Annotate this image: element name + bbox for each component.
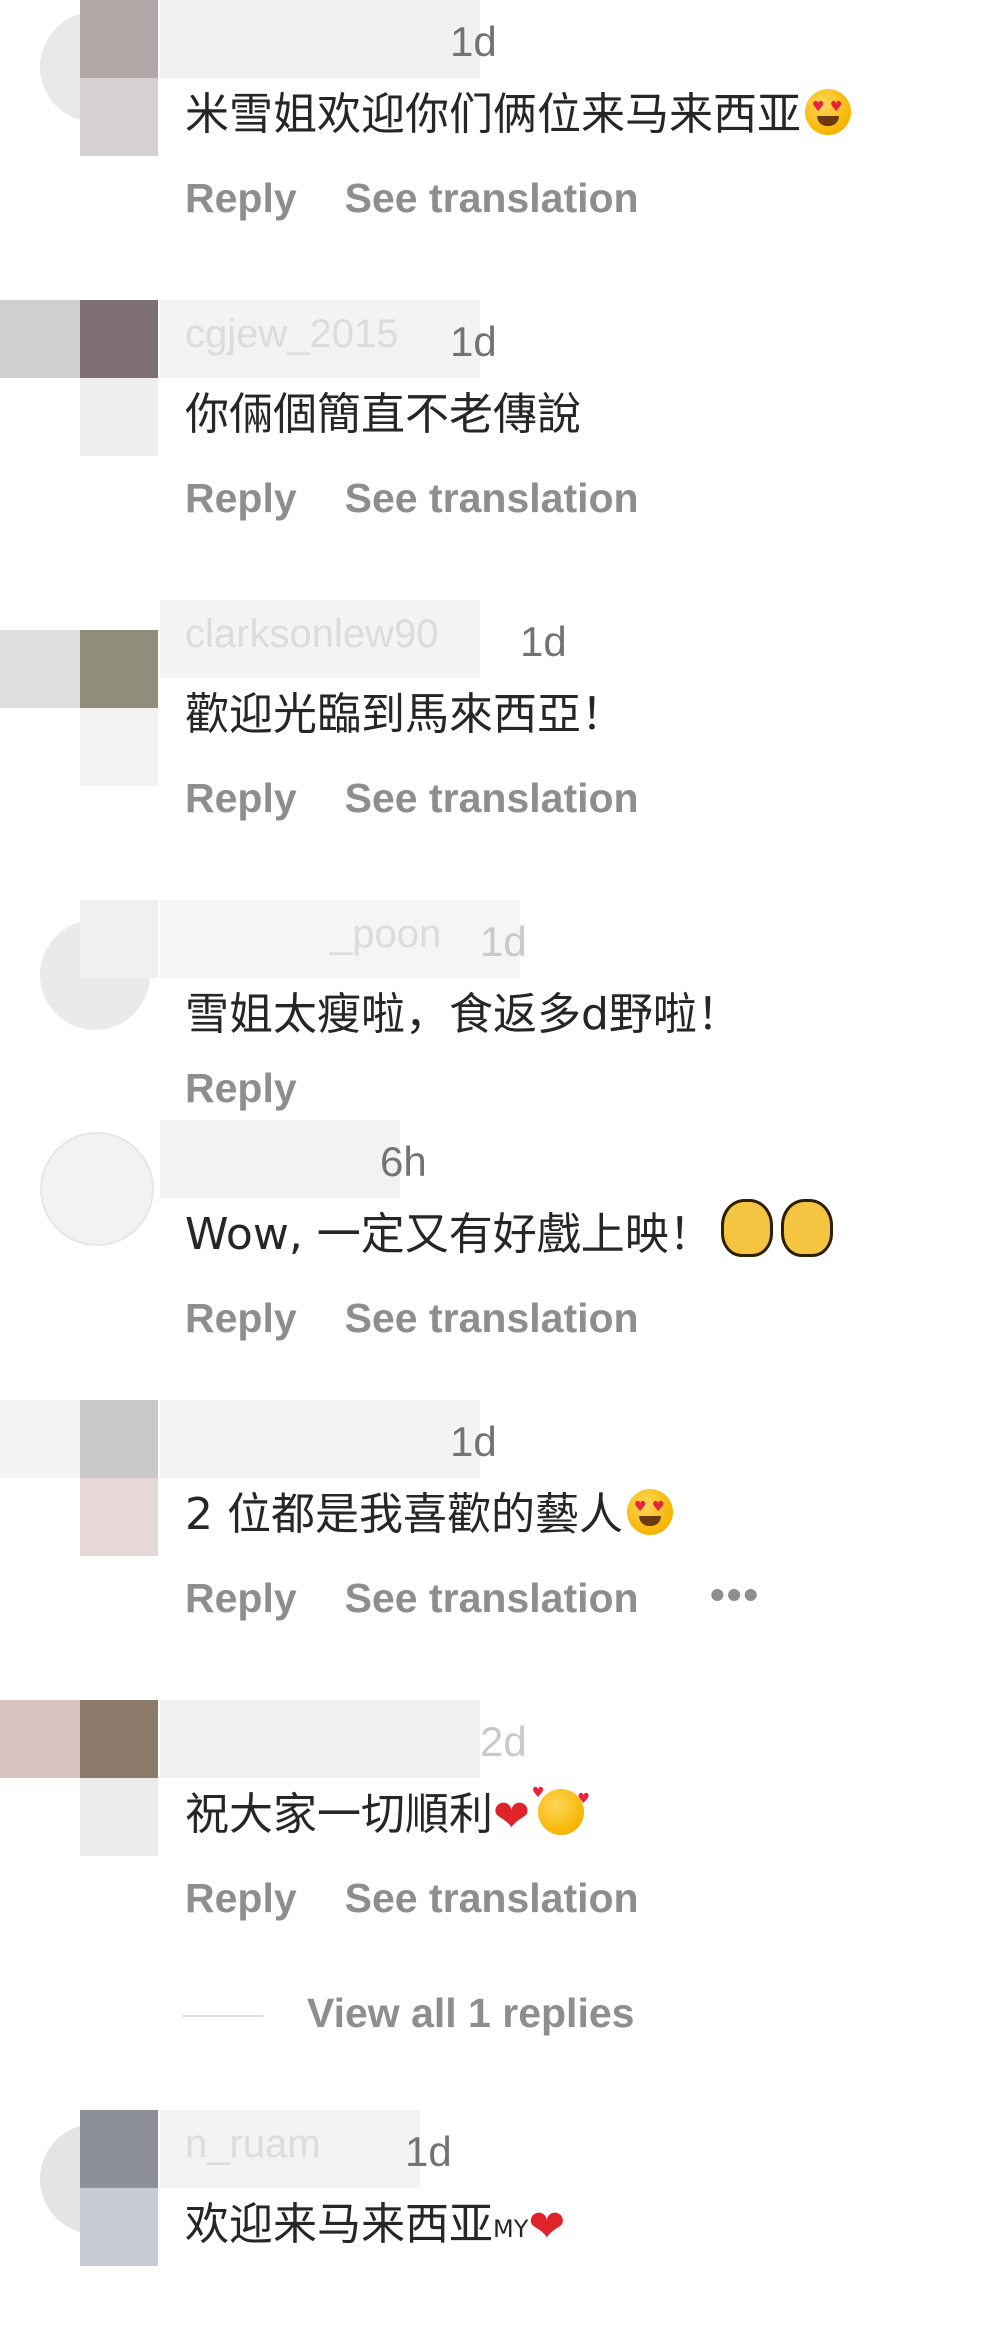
- red-heart-icon: ❤: [493, 1791, 530, 1842]
- comment-text: 米雪姐欢迎你们俩位来马来西亚 ♥ ♥: [185, 78, 851, 142]
- username[interactable]: cgjew_2015: [185, 312, 399, 357]
- timestamp: 1d: [450, 18, 497, 65]
- reply-button[interactable]: Reply: [185, 1575, 297, 1622]
- avatar[interactable]: [0, 300, 160, 460]
- red-heart-icon: ❤: [528, 2201, 566, 2252]
- username[interactable]: _poon: [330, 912, 441, 957]
- username[interactable]: n_ruam: [185, 2122, 321, 2167]
- see-translation-button[interactable]: See translation: [345, 475, 639, 522]
- timestamp: 1d: [480, 918, 527, 965]
- comment-text: Wow, 一定又有好戲上映！: [185, 1198, 833, 1262]
- reply-button[interactable]: Reply: [185, 1295, 297, 1342]
- heart-eyes-icon: ♥ ♥: [805, 89, 851, 135]
- timestamp: 6h: [380, 1138, 427, 1185]
- reply-button[interactable]: Reply: [185, 475, 297, 522]
- comment-text: 你倆個簡直不老傳說: [185, 389, 581, 440]
- comment-text: 雪姐太瘦啦，食返多d野啦！: [185, 989, 741, 1040]
- country-code: MY: [493, 2215, 529, 2243]
- timestamp: 2d: [480, 1718, 527, 1765]
- timestamp: 1d: [520, 618, 567, 665]
- replies-divider: [183, 2015, 263, 2018]
- avatar[interactable]: [0, 1120, 160, 1280]
- heart-eyes-icon: ♥ ♥: [626, 1489, 673, 1535]
- smiling-face-with-hearts-icon: ♥ ♥: [532, 1785, 590, 1835]
- timestamp: 1d: [450, 1418, 497, 1465]
- avatar[interactable]: [0, 0, 160, 160]
- avatar[interactable]: [0, 600, 160, 786]
- avatar[interactable]: [0, 2110, 160, 2270]
- timestamp: 1d: [450, 318, 497, 365]
- see-translation-button[interactable]: See translation: [345, 1575, 639, 1622]
- see-translation-button[interactable]: See translation: [345, 175, 639, 222]
- clapping-hands-icon: [780, 1199, 833, 1257]
- timestamp: 1d: [405, 2128, 452, 2175]
- clapping-hands-icon: [720, 1199, 773, 1257]
- more-options-icon[interactable]: •••: [710, 1571, 760, 1619]
- comment-text: 祝大家一切順利❤ ♥ ♥: [185, 1785, 590, 1842]
- reply-button[interactable]: Reply: [185, 1875, 297, 1922]
- see-translation-button[interactable]: See translation: [345, 1295, 639, 1342]
- reply-button[interactable]: Reply: [185, 175, 297, 222]
- comment-text: 歡迎光臨到馬來西亞！: [185, 689, 625, 740]
- username[interactable]: clarksonlew90: [185, 612, 438, 657]
- reply-button[interactable]: Reply: [185, 1065, 297, 1112]
- avatar[interactable]: [0, 1700, 160, 1860]
- see-translation-button[interactable]: See translation: [345, 1875, 639, 1922]
- see-translation-button[interactable]: See translation: [345, 775, 639, 822]
- comment-text: 2 位都是我喜歡的藝人 ♥ ♥: [185, 1478, 673, 1542]
- comment-text: 欢迎来马来西亚MY❤: [185, 2199, 566, 2252]
- view-replies-button[interactable]: View all 1 replies: [183, 1990, 634, 2037]
- avatar[interactable]: [0, 900, 160, 1060]
- avatar[interactable]: [0, 1400, 160, 1560]
- reply-button[interactable]: Reply: [185, 775, 297, 822]
